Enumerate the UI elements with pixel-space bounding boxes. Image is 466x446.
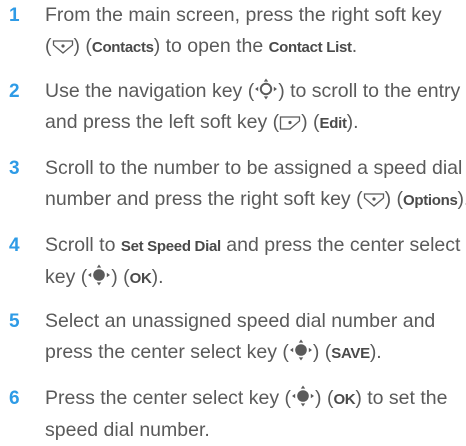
step-text-run: ) ( (384, 188, 403, 210)
step-line: press the center select key ( ) (SAVE). (45, 337, 466, 369)
step-text: From the main screen, press the right so… (45, 0, 466, 63)
step-line: and press the left soft key ( ) (Edit). (45, 107, 466, 139)
step-text-run: ). (457, 188, 466, 210)
step-line: number and press the right soft key ( ) (… (45, 184, 466, 216)
step-text: Press the center select key ( ) (OK) to s… (45, 383, 466, 446)
step-text-run: and press the left soft key ( (45, 111, 280, 133)
step-text-run: Scroll to (45, 234, 121, 256)
center-select-key-icon (289, 339, 313, 361)
step-text-run: From the main screen, press the right so… (45, 4, 442, 26)
step-text-run: ) to scroll to the entry (278, 80, 461, 102)
step-text: Scroll to Set Speed Dial and press the c… (45, 230, 466, 294)
step-text-run: Scroll to the number to be assigned a sp… (45, 157, 463, 179)
step-text-run: and press the center select (220, 234, 461, 256)
step-text-run: Use the navigation key ( (45, 80, 255, 102)
step-line: From the main screen, press the right so… (45, 0, 466, 31)
right-soft-key-icon (52, 38, 74, 55)
keyword: Set Speed Dial (120, 238, 221, 255)
center-select-key-icon (87, 264, 111, 286)
keyword: Contact List (268, 39, 352, 56)
keyword: OK (333, 391, 356, 408)
step-text-run: ) ( (312, 341, 332, 363)
left-soft-key-icon (279, 114, 301, 131)
step-text-run: ) to set the (355, 387, 448, 409)
step-text-run: press the center select key ( (45, 341, 289, 363)
step-text-run: Select an unassigned speed dial number a… (45, 310, 436, 332)
step-line: () (Contacts) to open the Contact List. (45, 31, 466, 63)
step-line: speed dial number. (45, 415, 466, 446)
step-text-run: Press the center select key ( (45, 387, 292, 409)
step-text-run: ) ( (73, 35, 92, 57)
keyword: OK (129, 270, 152, 287)
step-text-run: ). (369, 341, 382, 363)
keyword: Contacts (91, 39, 154, 56)
keyword: SAVE (331, 345, 370, 362)
step-line: Scroll to the number to be assigned a sp… (45, 153, 466, 184)
step-text-run: . (351, 35, 358, 57)
right-soft-key-icon (363, 191, 385, 208)
step-line: Scroll to Set Speed Dial and press the c… (45, 230, 466, 262)
step-line: Select an unassigned speed dial number a… (45, 306, 466, 337)
step-number: 5 (9, 311, 20, 332)
step-text-run: ) ( (315, 387, 334, 409)
step-text-run: ). (346, 111, 359, 133)
step-text-run: key ( (45, 266, 88, 288)
step-number: 2 (9, 81, 20, 102)
step-number: 4 (9, 235, 20, 256)
step-text-run: ) ( (301, 111, 320, 133)
step-number: 1 (9, 5, 20, 26)
navigation-key-icon (254, 78, 278, 100)
step-text-run: speed dial number. (45, 419, 210, 441)
step-text-run: ) ( (111, 266, 130, 288)
step-line: Press the center select key ( ) (OK) to s… (45, 383, 466, 415)
step-text-run: ). (151, 266, 164, 288)
keyword: Edit (319, 115, 347, 132)
step-line: key ( ) (OK). (45, 262, 466, 294)
step-text-run: number and press the right soft key ( (45, 188, 363, 210)
step-text: Select an unassigned speed dial number a… (45, 306, 466, 369)
step-text: Use the navigation key ( ) to scroll to t… (45, 76, 466, 139)
step-number: 6 (9, 388, 20, 409)
step-text: Scroll to the number to be assigned a sp… (45, 153, 466, 216)
step-number: 3 (9, 158, 20, 179)
keyword: Options (402, 192, 458, 209)
step-line: Use the navigation key ( ) to scroll to t… (45, 76, 466, 107)
step-text-run: ) to open the (153, 35, 269, 57)
center-select-key-icon (291, 385, 315, 407)
